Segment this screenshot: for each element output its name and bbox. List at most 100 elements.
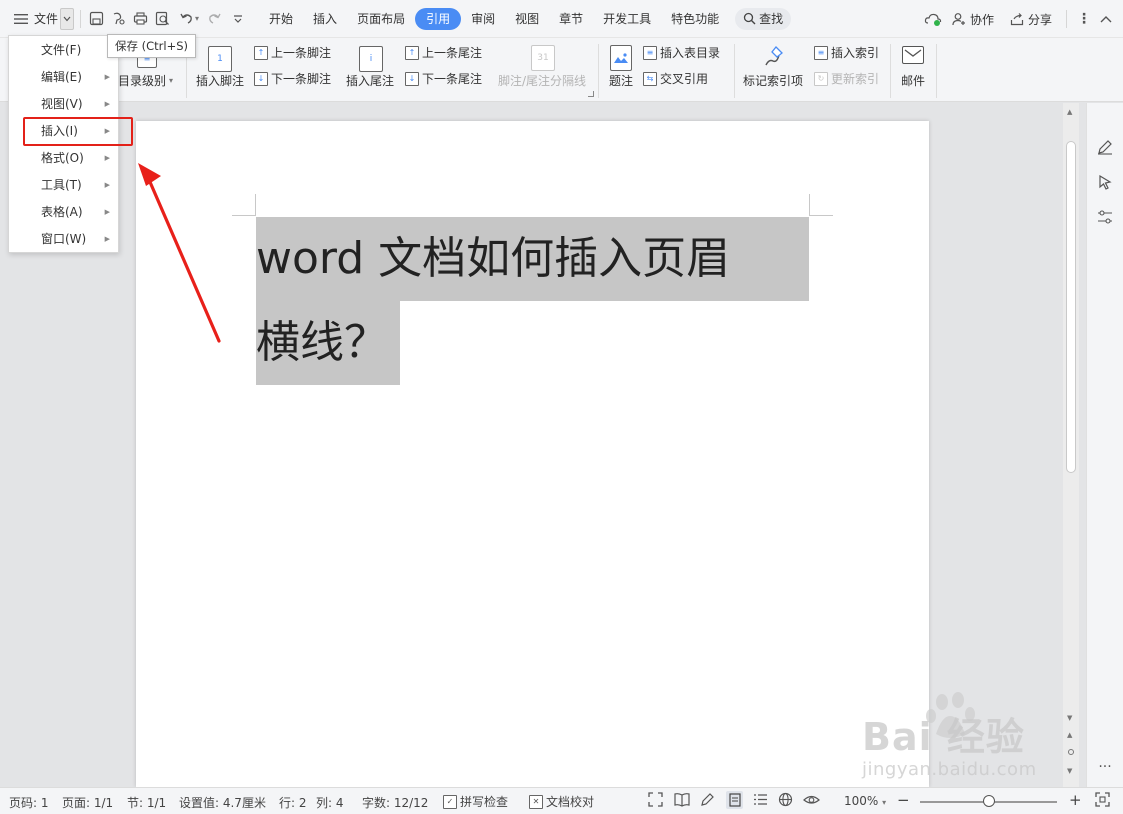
zoom-percentage[interactable]: 100% ▾ [844, 794, 886, 808]
next-endnote-button[interactable]: ↓ 下一条尾注 [405, 70, 482, 87]
zoom-in-button[interactable]: + [1069, 791, 1082, 809]
tab-features[interactable]: 特色功能 [661, 8, 729, 30]
page-count[interactable]: 页面: 1/1 [62, 794, 113, 811]
menu-item-table[interactable]: 表格(A) ▶ [9, 199, 118, 226]
column-number[interactable]: 列: 4 [316, 794, 344, 811]
tab-home[interactable]: 开始 [259, 8, 303, 30]
submenu-arrow-icon: ▶ [104, 181, 110, 189]
row-number[interactable]: 行: 2 [279, 794, 307, 811]
fullscreen-icon[interactable] [648, 792, 663, 810]
zoom-out-button[interactable]: − [897, 791, 910, 809]
submenu-arrow-icon: ▶ [104, 100, 110, 108]
menu-item-format[interactable]: 格式(O) ▶ [9, 145, 118, 172]
tab-view[interactable]: 视图 [505, 8, 549, 30]
tab-page-layout[interactable]: 页面布局 [347, 8, 415, 30]
dialog-launcher-icon[interactable] [588, 91, 594, 97]
cloud-sync-icon[interactable] [924, 10, 942, 28]
insert-index-icon: ≡ [814, 45, 828, 60]
share-button[interactable]: 分享 [1004, 6, 1058, 32]
insert-index-button[interactable]: ≡ 插入索引 [814, 44, 879, 61]
undo-icon[interactable] [177, 10, 195, 28]
divider [734, 44, 735, 98]
insert-footnote-label: 插入脚注 [196, 74, 245, 88]
share-label: 分享 [1027, 12, 1052, 27]
menu-item-view[interactable]: 视图(V) ▶ [9, 91, 118, 118]
writing-mode-icon[interactable] [700, 792, 715, 810]
setting-value[interactable]: 设置值: 4.7厘米 [179, 794, 266, 811]
tab-section[interactable]: 章节 [549, 8, 593, 30]
undo-dropdown-icon[interactable]: ▾ [195, 14, 199, 23]
prev-page-icon[interactable]: ▲ [1067, 731, 1072, 739]
proofread-button[interactable]: ✕ 文档校对 [529, 793, 594, 810]
table-of-figures-icon: ≡ [643, 45, 657, 60]
mark-index-entry-button[interactable]: 标记索引项 [743, 72, 803, 89]
scrollbar-thumb[interactable] [1066, 141, 1076, 473]
cursor-select-icon[interactable] [1095, 172, 1115, 192]
web-view-icon[interactable] [778, 792, 793, 810]
word-count[interactable]: 字数: 12/12 [362, 794, 428, 811]
save-tooltip: 保存 (Ctrl+S) [107, 34, 197, 58]
document-page[interactable]: word 文档如何插入页眉 横线？ [136, 121, 929, 787]
print-preview-icon[interactable] [153, 10, 171, 28]
format-painter-icon[interactable] [109, 10, 127, 28]
insert-table-of-figures-button[interactable]: ≡ 插入表目录 [643, 44, 720, 61]
tab-developer[interactable]: 开发工具 [593, 8, 661, 30]
zoom-slider-knob[interactable] [983, 795, 995, 807]
next-page-icon[interactable]: ▼ [1067, 767, 1072, 775]
insert-index-label: 插入索引 [831, 46, 880, 60]
toc-level-button[interactable]: 目录级别 ▾ [118, 72, 173, 89]
watermark-brand: Bai 经验 [862, 715, 1025, 759]
menu-item-tools[interactable]: 工具(T) ▶ [9, 172, 118, 199]
collapse-ribbon-icon[interactable] [1097, 10, 1115, 28]
insert-endnote-button[interactable]: 插入尾注 [346, 72, 394, 89]
tab-insert[interactable]: 插入 [303, 8, 347, 30]
more-panel-icon[interactable]: ··· [1095, 757, 1115, 777]
select-browse-object-icon[interactable] [1068, 749, 1074, 755]
more-tools-icon[interactable] [229, 10, 247, 28]
print-icon[interactable] [131, 10, 149, 28]
vertical-scrollbar[interactable]: ▲ ▼ ▲ ▼ [1063, 103, 1079, 787]
spell-check-icon: ✓ [443, 794, 457, 809]
search-label: 查找 [759, 12, 784, 26]
fit-page-icon[interactable] [1095, 792, 1110, 810]
redo-icon [205, 10, 223, 28]
zoom-value: 100% [844, 794, 879, 808]
submenu-arrow-icon: ▶ [104, 235, 110, 243]
tab-references[interactable]: 引用 [415, 7, 462, 30]
read-mode-icon[interactable] [674, 792, 690, 810]
eye-protection-icon[interactable] [803, 792, 820, 810]
insert-endnote-label: 插入尾注 [346, 74, 395, 88]
page-view-icon[interactable] [726, 791, 743, 809]
divider [890, 44, 891, 98]
cross-reference-button[interactable]: ⇆ 交叉引用 [643, 70, 708, 87]
tab-review[interactable]: 审阅 [461, 8, 505, 30]
document-text-line-2[interactable]: 横线？ [256, 301, 400, 385]
insert-footnote-button[interactable]: 插入脚注 [196, 72, 244, 89]
prev-endnote-button[interactable]: ↑ 上一条尾注 [405, 44, 482, 61]
main-menu-button[interactable]: 文件 [0, 6, 64, 32]
caption-button[interactable]: 题注 [609, 72, 633, 89]
mark-index-entry-label: 标记索引项 [743, 74, 804, 88]
collaborate-button[interactable]: 协作 [946, 6, 1000, 32]
settings-sliders-icon[interactable] [1095, 207, 1115, 227]
menu-item-window[interactable]: 窗口(W) ▶ [9, 226, 118, 253]
menu-item-file[interactable]: 文件(F) [9, 37, 118, 64]
spell-check-button[interactable]: ✓ 拼写检查 [443, 793, 508, 810]
outline-view-icon[interactable] [753, 792, 768, 810]
next-footnote-icon: ↓ [254, 71, 268, 86]
save-icon[interactable] [87, 10, 105, 28]
scroll-up-icon[interactable]: ▲ [1067, 108, 1072, 116]
insert-table-of-figures-label: 插入表目录 [660, 46, 721, 60]
scroll-down-icon[interactable]: ▼ [1067, 714, 1072, 722]
section-count[interactable]: 节: 1/1 [127, 794, 166, 811]
prev-footnote-button[interactable]: ↑ 上一条脚注 [254, 44, 331, 61]
document-text-line-1[interactable]: word 文档如何插入页眉 [256, 217, 809, 301]
pen-edit-icon[interactable] [1095, 137, 1115, 157]
mail-button[interactable]: 邮件 [901, 72, 925, 89]
more-options-icon[interactable]: ⋮ [1075, 10, 1093, 28]
next-footnote-button[interactable]: ↓ 下一条脚注 [254, 70, 331, 87]
page-number[interactable]: 页码: 1 [9, 794, 49, 811]
search-button[interactable]: 查找 [735, 7, 792, 30]
menu-dropdown-toggle[interactable] [60, 7, 75, 30]
menu-item-edit[interactable]: 编辑(E) ▶ [9, 64, 118, 91]
